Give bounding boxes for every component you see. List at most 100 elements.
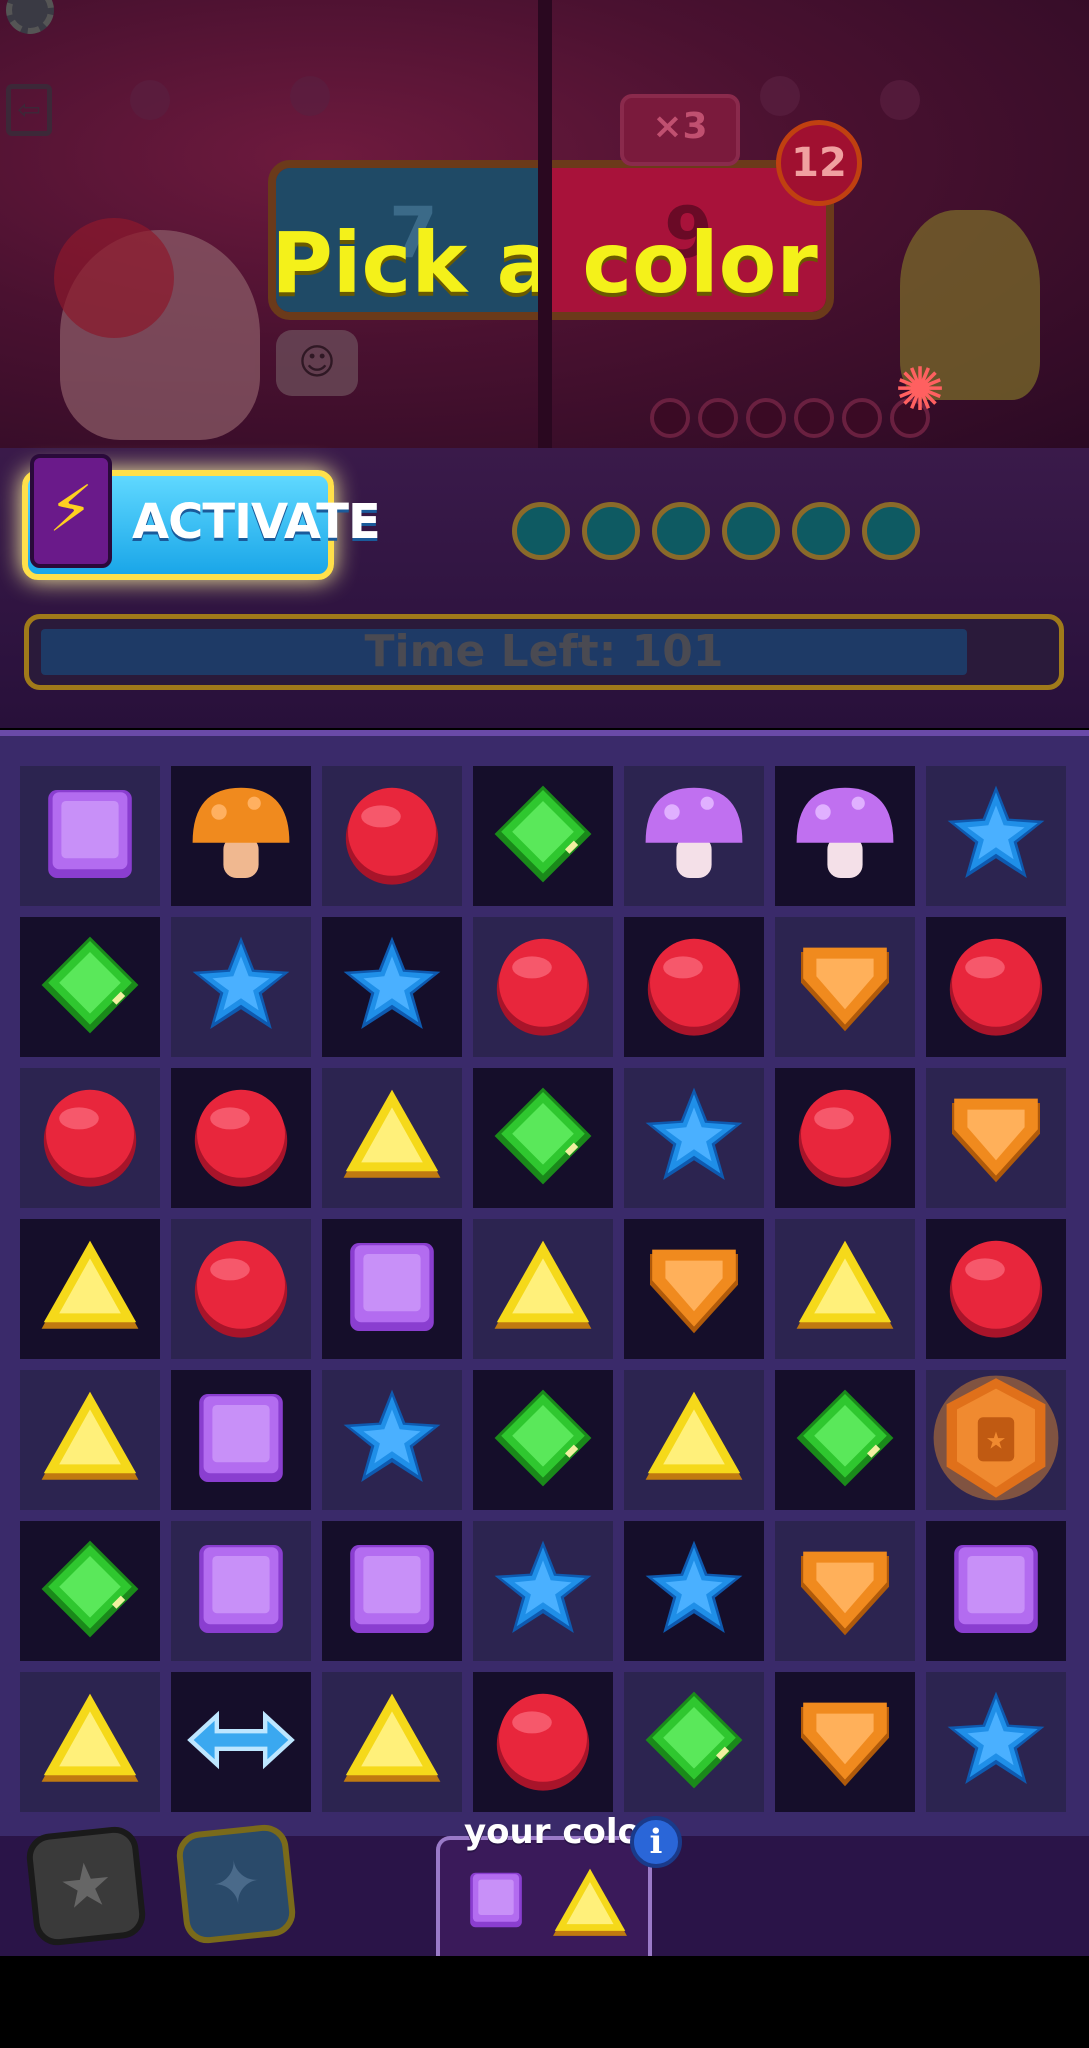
board-cell[interactable] xyxy=(171,1068,311,1208)
yellow-triangle-gem-icon xyxy=(337,1081,447,1195)
board-cell[interactable] xyxy=(926,1068,1066,1208)
charge-dot xyxy=(746,398,786,438)
board-cell[interactable] xyxy=(624,766,764,906)
board-cell[interactable] xyxy=(926,917,1066,1057)
board-cell[interactable] xyxy=(624,1219,764,1359)
your-color-yellow-triangle xyxy=(548,1862,632,1950)
info-icon[interactable]: i xyxy=(630,1816,682,1868)
board-cell[interactable] xyxy=(624,917,764,1057)
board-cell[interactable] xyxy=(20,1672,160,1812)
board-cell[interactable] xyxy=(322,1219,462,1359)
green-diamond-gem-icon xyxy=(35,1534,145,1648)
exit-icon[interactable]: ⇦ xyxy=(6,84,52,136)
charge-dot xyxy=(862,502,920,560)
svg-text:★: ★ xyxy=(986,1426,1007,1454)
charge-dot xyxy=(698,398,738,438)
charge-dot xyxy=(794,398,834,438)
orange-shield-gem-icon xyxy=(941,1081,1051,1195)
board-cell[interactable] xyxy=(322,917,462,1057)
board-cell[interactable] xyxy=(322,1370,462,1510)
board-cell[interactable] xyxy=(926,766,1066,906)
yellow-triangle-gem-icon xyxy=(488,1232,598,1346)
board-cell[interactable] xyxy=(624,1370,764,1510)
board-cell[interactable] xyxy=(473,917,613,1057)
board-cell[interactable] xyxy=(20,1068,160,1208)
orange-shield-gem-icon xyxy=(639,1232,749,1346)
activate-label[interactable]: ACTIVATE xyxy=(132,494,381,550)
red-circle-gem-icon xyxy=(488,930,598,1044)
board-cell[interactable] xyxy=(926,1219,1066,1359)
turns-left-badge: 12 xyxy=(776,120,862,206)
decor-speaker-icon xyxy=(880,80,920,120)
decor-speaker-icon xyxy=(760,76,800,116)
yellow-triangle-gem-icon xyxy=(35,1383,145,1497)
board-cell[interactable] xyxy=(473,1370,613,1510)
board-cell[interactable] xyxy=(775,1219,915,1359)
scarab-powerup-icon[interactable]: ✦ xyxy=(174,1822,298,1946)
star-powerup-icon[interactable]: ★ xyxy=(24,1824,148,1948)
red-circle-gem-icon xyxy=(488,1685,598,1799)
charge-dot xyxy=(722,502,780,560)
board-cell[interactable] xyxy=(171,1672,311,1812)
green-diamond-gem-icon xyxy=(790,1383,900,1497)
board-cell[interactable] xyxy=(926,1521,1066,1661)
board-cell[interactable]: ★ xyxy=(926,1370,1066,1510)
board-cell[interactable] xyxy=(775,1370,915,1510)
board-cell[interactable] xyxy=(20,1370,160,1510)
board-cell[interactable] xyxy=(926,1672,1066,1812)
bottom-letterbox xyxy=(0,1956,1089,2048)
orange-shield-gem-icon xyxy=(790,1685,900,1799)
board-cell[interactable] xyxy=(775,917,915,1057)
green-diamond-gem-icon xyxy=(639,1685,749,1799)
orange-shield-gem-icon xyxy=(790,930,900,1044)
board-cell[interactable] xyxy=(20,1521,160,1661)
lightning-bolt-icon[interactable]: ⚡ xyxy=(30,454,112,568)
board-cell[interactable] xyxy=(20,1219,160,1359)
board-cell[interactable] xyxy=(20,917,160,1057)
purple-square-gem-icon xyxy=(35,779,145,893)
board-cell[interactable] xyxy=(624,1068,764,1208)
blue-star-gem-icon xyxy=(639,1081,749,1195)
blue-star-gem-icon xyxy=(337,930,447,1044)
board-cell[interactable] xyxy=(624,1521,764,1661)
board-cell[interactable] xyxy=(322,1068,462,1208)
board-cell[interactable] xyxy=(171,1370,311,1510)
yellow-triangle-gem-icon xyxy=(639,1383,749,1497)
red-circle-gem-icon xyxy=(790,1081,900,1195)
board-cell[interactable] xyxy=(775,1521,915,1661)
pick-color-prompt: Pick a color xyxy=(271,214,818,312)
green-diamond-gem-icon xyxy=(488,1081,598,1195)
board-cell[interactable] xyxy=(473,766,613,906)
board-cell[interactable] xyxy=(473,1521,613,1661)
your-color-purple-square xyxy=(462,1866,530,1938)
charge-dot xyxy=(512,502,570,560)
blue-star-gem-icon xyxy=(941,1685,1051,1799)
board-cell[interactable] xyxy=(322,766,462,906)
firework-sparkle-icon: ✺ xyxy=(894,355,946,425)
purple-square-gem-icon xyxy=(337,1534,447,1648)
orange-badge-gem-icon: ★ xyxy=(931,1373,1061,1507)
settings-gear-icon[interactable] xyxy=(6,0,54,34)
board-cell[interactable] xyxy=(775,1672,915,1812)
board-cell[interactable] xyxy=(624,1672,764,1812)
red-circle-gem-icon xyxy=(639,930,749,1044)
board-cell[interactable] xyxy=(20,766,160,906)
board-cell[interactable] xyxy=(171,917,311,1057)
board-cell[interactable] xyxy=(171,766,311,906)
board-cell[interactable] xyxy=(473,1219,613,1359)
board-cell[interactable] xyxy=(473,1672,613,1812)
orange-mushroom-gem-icon xyxy=(186,779,296,893)
green-diamond-gem-icon xyxy=(488,1383,598,1497)
board-cell[interactable] xyxy=(322,1672,462,1812)
orange-shield-gem-icon xyxy=(790,1534,900,1648)
board-cell[interactable] xyxy=(473,1068,613,1208)
board-cell[interactable] xyxy=(775,1068,915,1208)
board-cell[interactable] xyxy=(775,766,915,906)
chat-emote-icon[interactable]: ☺ xyxy=(276,330,358,396)
board-cell[interactable] xyxy=(322,1521,462,1661)
board-cell[interactable] xyxy=(171,1521,311,1661)
board-cell[interactable] xyxy=(171,1219,311,1359)
charge-dot xyxy=(650,398,690,438)
yellow-triangle-gem-icon xyxy=(35,1232,145,1346)
player-charge-dots xyxy=(512,502,920,560)
